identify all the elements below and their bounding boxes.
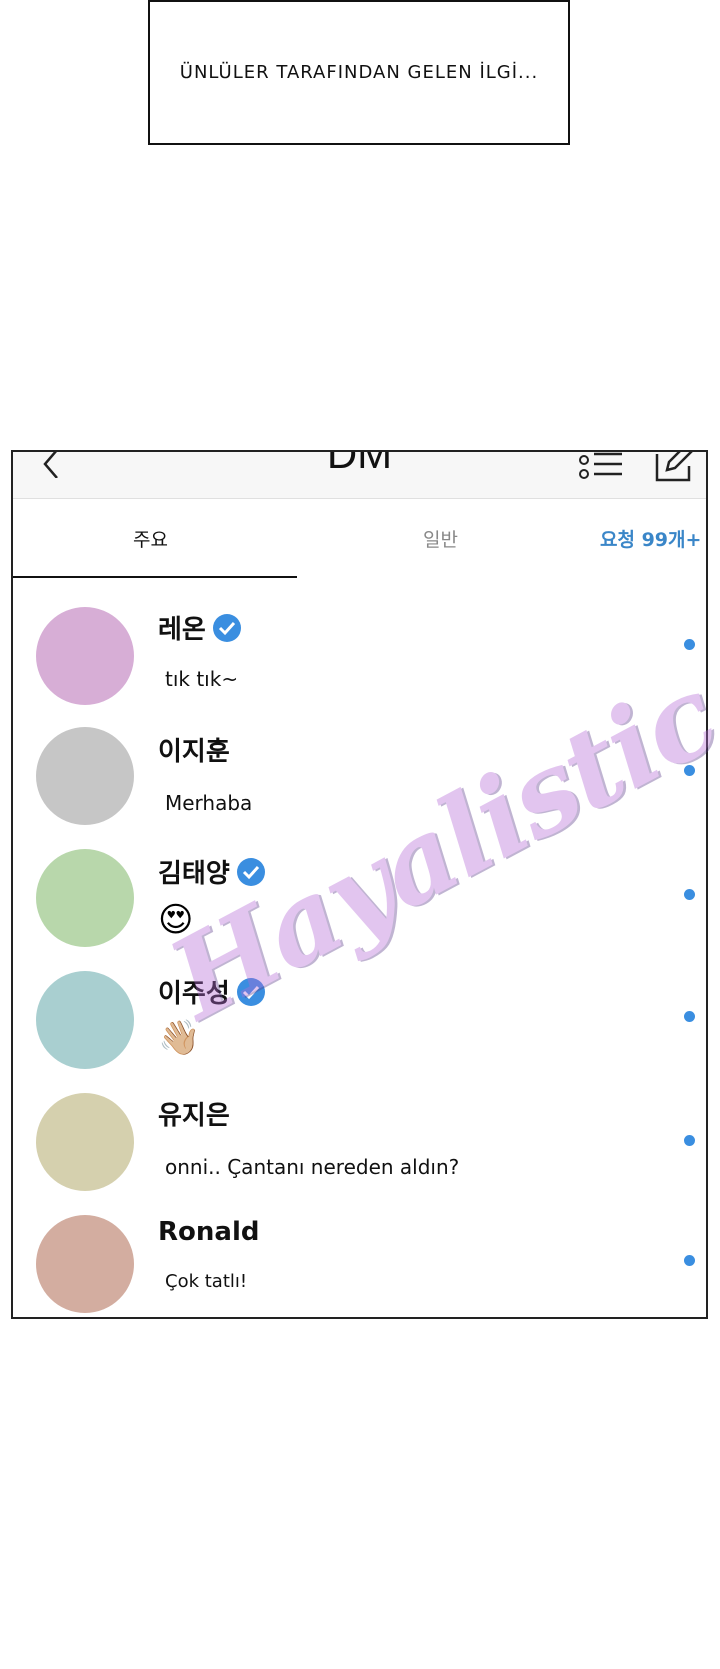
unread-dot xyxy=(684,765,695,776)
list-item[interactable]: 레온 tık tık~ xyxy=(13,579,706,705)
last-message: Merhaba xyxy=(165,791,253,815)
avatar[interactable] xyxy=(36,1093,134,1191)
contact-name: 이지훈 xyxy=(158,737,230,767)
verified-badge-icon xyxy=(236,977,265,1006)
dm-screen: DM 주요 일반 요청 99개+ 레온 tık tık~ 이지훈 Merhaba… xyxy=(11,450,708,1319)
compose-icon[interactable] xyxy=(653,450,695,482)
contact-name: Ronald xyxy=(158,1217,260,1247)
last-message-emoji: 👋🏼 xyxy=(158,1018,201,1058)
last-message: tık tık~ xyxy=(165,667,239,691)
unread-dot xyxy=(684,889,695,900)
unread-dot xyxy=(684,1255,695,1266)
caption-box: ÜNLÜLER TARAFINDAN GELEN İLGİ... xyxy=(148,0,570,145)
top-bar: DM xyxy=(13,452,706,499)
list-item[interactable]: Ronald Çok tatlı! xyxy=(13,1187,706,1313)
avatar[interactable] xyxy=(36,727,134,825)
avatar[interactable] xyxy=(36,1215,134,1313)
list-item[interactable]: 이지훈 Merhaba xyxy=(13,699,706,825)
unread-dot xyxy=(684,639,695,650)
contact-name: 레온 xyxy=(158,615,206,645)
list-item[interactable]: 유지은 onni.. Çantanı nereden aldın? xyxy=(13,1065,706,1191)
list-item[interactable]: 이주성 👋🏼 xyxy=(13,943,706,1069)
tab-main[interactable]: 주요 xyxy=(133,525,168,552)
contact-name: 김태양 xyxy=(158,859,230,889)
tab-general[interactable]: 일반 xyxy=(423,525,458,552)
avatar[interactable] xyxy=(36,607,134,705)
contact-name: 이주성 xyxy=(158,979,230,1009)
last-message-emoji: 😍 xyxy=(158,900,194,940)
last-message: Çok tatlı! xyxy=(165,1271,248,1292)
active-tab-indicator xyxy=(13,576,297,578)
verified-badge-icon xyxy=(236,857,265,886)
avatar[interactable] xyxy=(36,849,134,947)
verified-badge-icon xyxy=(212,613,241,642)
contact-name: 유지은 xyxy=(158,1101,230,1131)
avatar[interactable] xyxy=(36,971,134,1069)
list-item[interactable]: 김태양 😍 xyxy=(13,821,706,947)
unread-dot xyxy=(684,1011,695,1022)
unread-dot xyxy=(684,1135,695,1146)
tab-bar: 주요 일반 요청 99개+ xyxy=(13,499,706,579)
tab-requests[interactable]: 요청 99개+ xyxy=(600,525,701,552)
list-icon[interactable] xyxy=(578,452,624,480)
caption-text: ÜNLÜLER TARAFINDAN GELEN İLGİ... xyxy=(179,62,539,83)
last-message: onni.. Çantanı nereden aldın? xyxy=(165,1155,460,1179)
